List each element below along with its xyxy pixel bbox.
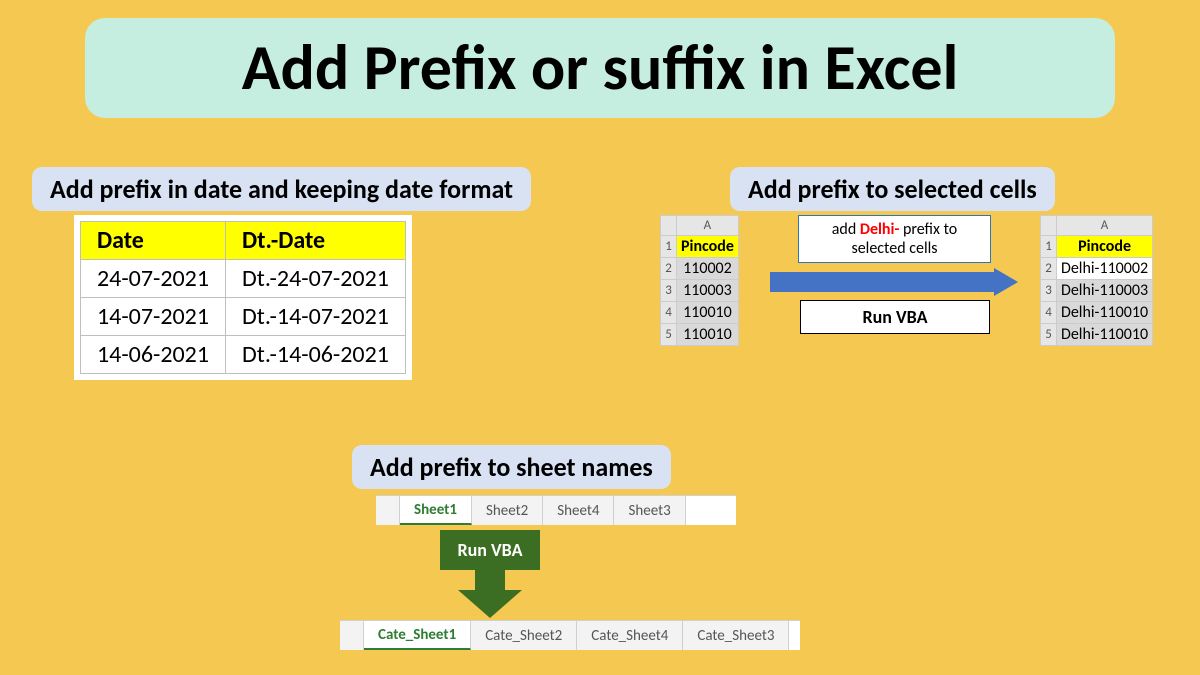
prefixed-col-header: Dt.-Date: [226, 222, 406, 260]
date-table: Date Dt.-Date 24-07-2021 Dt.-24-07-2021 …: [80, 221, 406, 374]
sheet-tabs-after: Cate_Sheet1 Cate_Sheet2 Cate_Sheet4 Cate…: [340, 620, 800, 650]
sheet-tab: Cate_Sheet1: [364, 621, 471, 650]
section2-label: Add prefix to selected cells: [730, 167, 1055, 211]
table-row: 24-07-2021 Dt.-24-07-2021: [81, 260, 406, 298]
sheet-tab: Cate_Sheet2: [471, 621, 577, 650]
prefix-note-pre: add: [832, 220, 860, 239]
row-header: 4: [1041, 302, 1057, 324]
date-cell: 14-07-2021: [81, 298, 226, 336]
pincode-cell: Delhi-110010: [1057, 302, 1153, 324]
section1-label: Add prefix in date and keeping date form…: [32, 167, 531, 211]
prefix-note: add Delhi- prefix to selected cells: [798, 215, 991, 263]
run-vba-label: Run VBA: [440, 530, 540, 570]
sheet-corner: [661, 216, 677, 236]
sheet-tab: Sheet1: [400, 496, 472, 525]
pincode-header: Pincode: [677, 236, 739, 258]
pincode-cell: Delhi-110002: [1057, 258, 1153, 280]
row-header: 5: [1041, 324, 1057, 346]
prefix-note-highlight: Delhi-: [860, 220, 899, 239]
sheet-tab: Cate_Sheet3: [683, 621, 789, 650]
pincode-cell: Delhi-110003: [1057, 280, 1153, 302]
date-table-container: Date Dt.-Date 24-07-2021 Dt.-24-07-2021 …: [74, 215, 412, 380]
row-header: 3: [661, 280, 677, 302]
row-header: 4: [661, 302, 677, 324]
green-arrow-icon: Run VBA: [440, 530, 540, 616]
pincode-cell: 110003: [677, 280, 739, 302]
row-header: 5: [661, 324, 677, 346]
date-col-header: Date: [81, 222, 226, 260]
sheet-tabs-before: Sheet1 Sheet2 Sheet4 Sheet3: [376, 495, 736, 525]
tab-filler: [376, 496, 400, 525]
sheet-tab: Sheet3: [614, 496, 685, 525]
col-header-a: A: [677, 216, 739, 236]
sheet-corner: [1041, 216, 1057, 236]
pincode-cell: 110010: [677, 302, 739, 324]
table-row: 14-07-2021 Dt.-14-07-2021: [81, 298, 406, 336]
pincode-sheet-after: A 1Pincode 2Delhi-110002 3Delhi-110003 4…: [1040, 215, 1153, 346]
col-header-a: A: [1057, 216, 1153, 236]
date-cell: 24-07-2021: [81, 260, 226, 298]
pincode-cell: Delhi-110010: [1057, 324, 1153, 346]
prefixed-cell: Dt.-14-07-2021: [226, 298, 406, 336]
blue-arrow-icon: [770, 268, 1018, 294]
pincode-cell: 110002: [677, 258, 739, 280]
prefixed-cell: Dt.-14-06-2021: [226, 336, 406, 374]
pincode-cell: 110010: [677, 324, 739, 346]
row-header: 1: [1041, 236, 1057, 258]
sheet-tab: Cate_Sheet4: [577, 621, 683, 650]
section3-label: Add prefix to sheet names: [352, 445, 671, 489]
row-header: 1: [661, 236, 677, 258]
main-title: Add Prefix or suffix in Excel: [85, 18, 1115, 118]
tab-filler: [340, 621, 364, 650]
sheet-tab: Sheet2: [472, 496, 543, 525]
prefixed-cell: Dt.-24-07-2021: [226, 260, 406, 298]
pincode-sheet-before: A 1Pincode 2110002 3110003 4110010 51100…: [660, 215, 739, 346]
date-cell: 14-06-2021: [81, 336, 226, 374]
row-header: 3: [1041, 280, 1057, 302]
run-vba-button: Run VBA: [800, 300, 990, 334]
row-header: 2: [1041, 258, 1057, 280]
table-row: 14-06-2021 Dt.-14-06-2021: [81, 336, 406, 374]
sheet-tab: Sheet4: [543, 496, 614, 525]
pincode-header: Pincode: [1057, 236, 1153, 258]
row-header: 2: [661, 258, 677, 280]
